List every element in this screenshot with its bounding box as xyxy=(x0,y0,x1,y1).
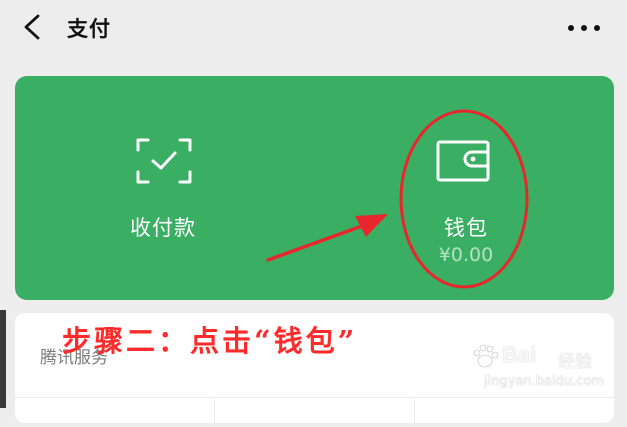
receive-pay-label: 收付款 xyxy=(130,216,196,240)
back-button[interactable] xyxy=(18,12,48,42)
more-dots-icon xyxy=(568,25,600,31)
payment-card: 收付款 钱包 ¥0.00 xyxy=(15,76,614,300)
watermark: Bai 经验 jingyan.baidu.com xyxy=(470,338,620,398)
paw-icon xyxy=(473,344,499,368)
chevron-left-icon xyxy=(24,14,40,40)
wallet-icon xyxy=(436,140,490,182)
watermark-suffix: 经验 xyxy=(558,352,592,372)
left-edge-bar xyxy=(0,310,6,408)
wallet-balance: ¥0.00 xyxy=(438,244,494,266)
divider xyxy=(214,397,215,427)
wallet-label: 钱包 xyxy=(444,216,488,240)
step-annotation: 步骤二：点击“钱包” xyxy=(62,324,358,358)
watermark-url: jingyan.baidu.com xyxy=(484,374,604,389)
top-bar: 支付 xyxy=(0,0,627,58)
page-title: 支付 xyxy=(67,17,111,41)
wallet-button[interactable]: 钱包 ¥0.00 xyxy=(401,130,531,280)
watermark-brand: Bai xyxy=(502,342,537,367)
scan-check-icon xyxy=(136,138,192,184)
more-button[interactable] xyxy=(565,20,603,34)
receive-pay-button[interactable]: 收付款 xyxy=(103,130,223,250)
divider xyxy=(414,397,415,427)
